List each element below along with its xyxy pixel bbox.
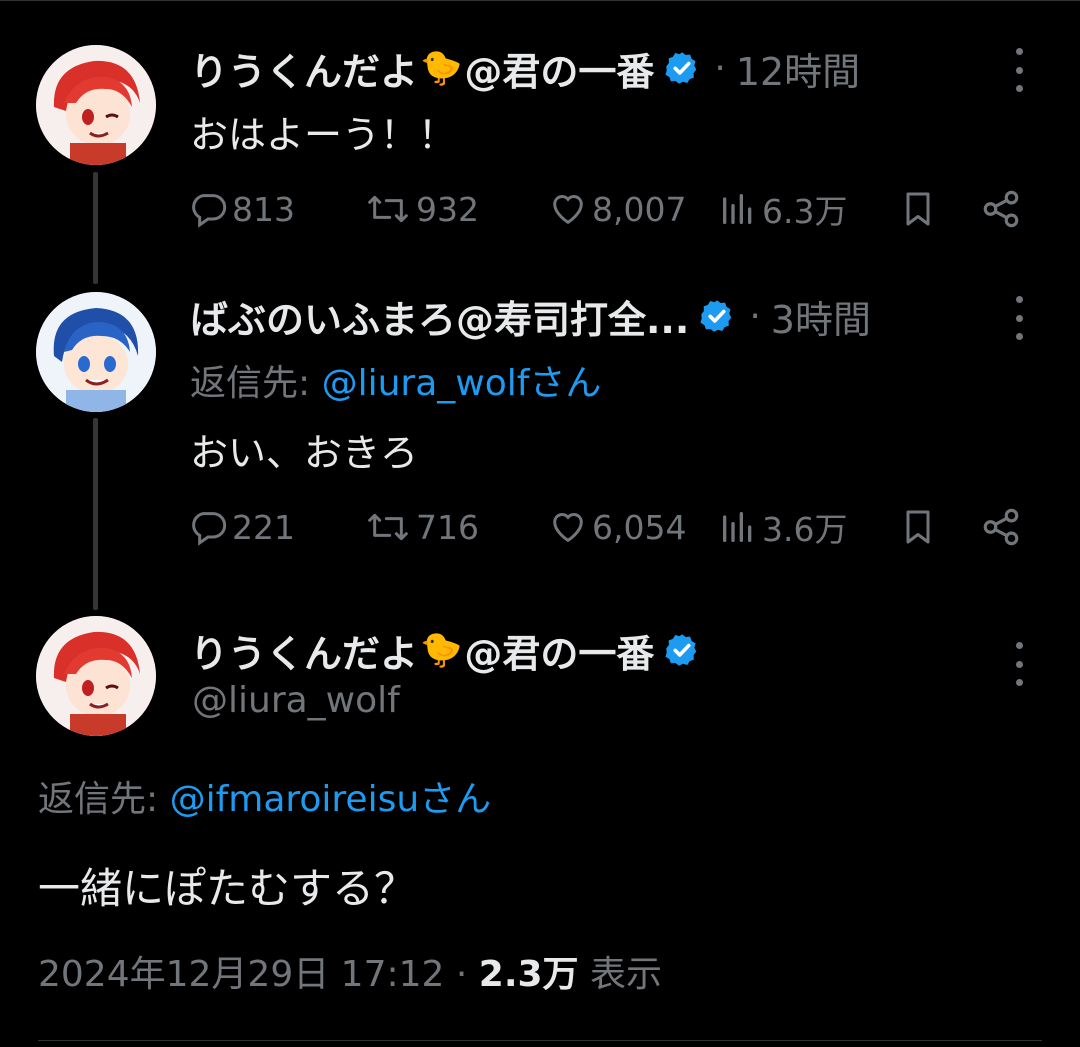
retweet-count: 716: [416, 507, 479, 547]
reply-to-label: 返信先:: [190, 363, 322, 404]
reply-to-line: 返信先: @ifmaroireisuさん: [38, 770, 491, 822]
verified-badge-icon: [664, 632, 700, 668]
tweet-thread-page: りうくんだよ 🐤 @君の一番 · 12時間 おはよーう！！ 813 932 8,…: [0, 0, 1080, 1047]
tweet-meta: 2024年12月29日 17:12 · 2.3万 表示: [38, 945, 662, 997]
like-count: 8,007: [592, 189, 687, 229]
user-handle[interactable]: @liura_wolf: [192, 680, 400, 721]
reply-count: 221: [232, 507, 295, 547]
avatar-image-red-hair: [36, 616, 156, 736]
chick-emoji: 🐤: [420, 48, 463, 88]
avatar-image-blue-hair: [36, 292, 156, 412]
like-button[interactable]: 8,007: [548, 184, 686, 234]
views-button[interactable]: 3.6万: [718, 502, 847, 552]
bookmark-icon: [906, 510, 930, 544]
top-divider: [0, 0, 1080, 1]
like-icon: [553, 513, 583, 543]
retweet-icon: [368, 195, 408, 223]
reply-to-mention[interactable]: @liura_wolf: [322, 363, 530, 404]
reply-to-label: 返信先:: [38, 779, 170, 820]
share-icon: [983, 190, 1019, 228]
bottom-divider: [38, 1040, 1042, 1041]
like-icon: [553, 195, 583, 225]
thread-connector: [93, 418, 98, 610]
reply-button[interactable]: 221: [188, 502, 295, 552]
reply-button[interactable]: 813: [188, 184, 295, 234]
timestamp[interactable]: 3時間: [771, 289, 871, 344]
separator-dot: ·: [714, 47, 726, 89]
separator-dot: ·: [444, 954, 479, 995]
like-button[interactable]: 6,054: [548, 502, 686, 552]
tweet-text: おい、おきろ: [190, 431, 419, 475]
more-icon[interactable]: [1012, 48, 1026, 92]
view-count: 2.3万: [478, 954, 579, 995]
view-count: 6.3万: [762, 192, 848, 231]
reply-icon: [192, 194, 227, 228]
display-name[interactable]: ばぶのいふまろ@寿司打全...: [190, 289, 689, 344]
views-icon: [723, 194, 752, 224]
timestamp[interactable]: 12時間: [736, 41, 860, 96]
display-name[interactable]: りうくんだよ: [190, 41, 418, 96]
verified-badge-icon: [699, 298, 735, 334]
reply-to-mention[interactable]: @ifmaroireisu: [170, 779, 420, 820]
views-label: 表示: [578, 954, 663, 995]
more-icon[interactable]: [1012, 642, 1026, 686]
views-icon: [723, 511, 752, 542]
tweet-actions: 813 932 8,007 6.3万: [188, 184, 1028, 234]
like-count: 6,054: [592, 507, 687, 547]
avatar[interactable]: [36, 45, 156, 165]
display-name-suffix[interactable]: @君の一番: [464, 623, 654, 678]
retweet-button[interactable]: 932: [364, 184, 479, 234]
retweet-button[interactable]: 716: [364, 502, 479, 552]
share-icon: [983, 508, 1019, 546]
reply-count: 813: [232, 189, 295, 229]
retweet-icon: [368, 513, 408, 541]
tweet-header: りうくんだよ 🐤 @君の一番 · 12時間: [190, 40, 860, 96]
tweet-header: ばぶのいふまろ@寿司打全... · 3時間: [190, 288, 871, 344]
reply-icon: [192, 512, 227, 546]
bookmark-button[interactable]: [898, 184, 938, 234]
display-name-suffix[interactable]: @君の一番: [464, 41, 654, 96]
tweet-text: おはよーう！！: [190, 113, 457, 157]
tweet-actions: 221 716 6,054 3.6万: [188, 502, 1028, 552]
reply-to-suffix[interactable]: さん: [419, 779, 491, 820]
share-button[interactable]: [980, 184, 1022, 234]
more-icon[interactable]: [1012, 296, 1026, 340]
reply-to-line: 返信先: @liura_wolfさん: [190, 354, 601, 406]
tweet-text: 一緒にぽたむする？: [38, 864, 417, 913]
bookmark-icon: [906, 192, 930, 226]
views-button[interactable]: 6.3万: [718, 184, 847, 234]
view-count: 3.6万: [762, 510, 848, 549]
reply-to-suffix[interactable]: さん: [529, 363, 601, 404]
avatar[interactable]: [36, 292, 156, 412]
thread-connector: [93, 172, 98, 284]
bookmark-button[interactable]: [898, 502, 938, 552]
avatar[interactable]: [36, 616, 156, 736]
share-button[interactable]: [980, 502, 1022, 552]
retweet-count: 932: [416, 189, 479, 229]
tweet-date[interactable]: 2024年12月29日 17:12: [38, 954, 444, 995]
separator-dot: ·: [749, 295, 761, 337]
display-name[interactable]: りうくんだよ: [190, 623, 418, 678]
chick-emoji: 🐤: [420, 630, 463, 670]
tweet-header: りうくんだよ 🐤 @君の一番: [190, 622, 700, 678]
avatar-image-red-hair: [36, 45, 156, 165]
verified-badge-icon: [664, 50, 700, 86]
